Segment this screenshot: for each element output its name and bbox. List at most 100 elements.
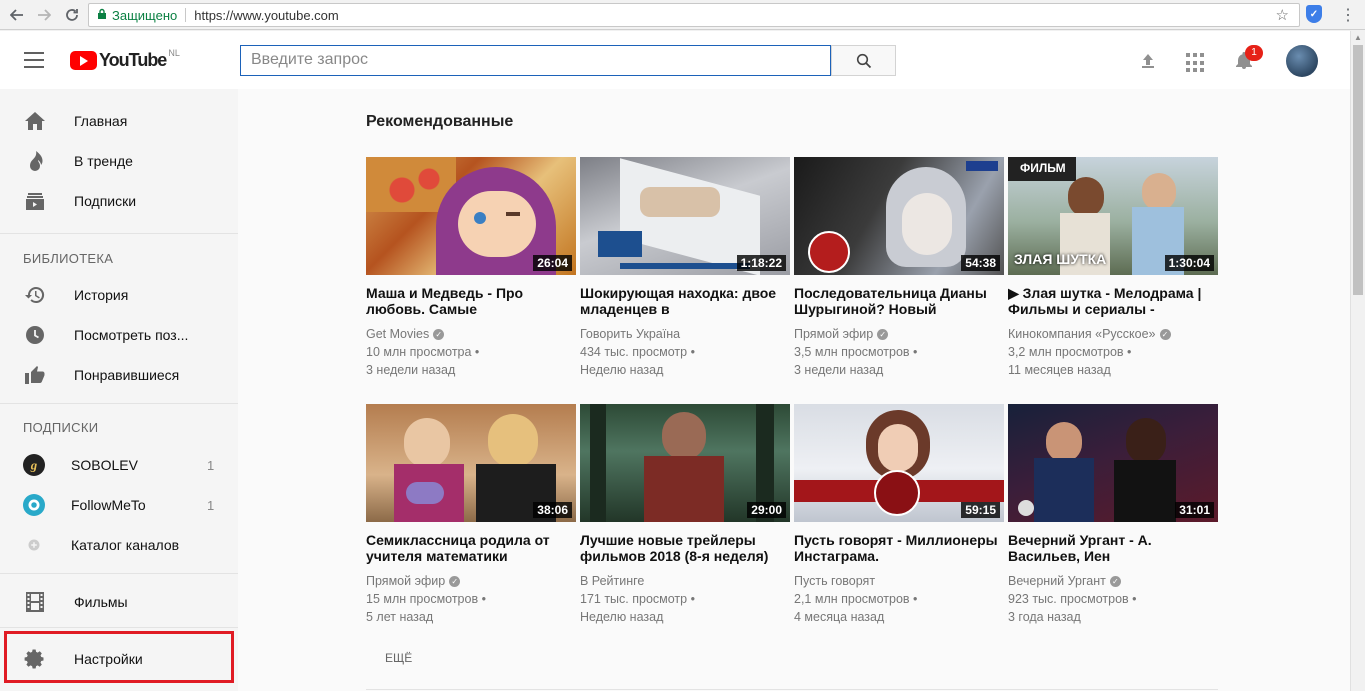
youtube-header: YouTube NL Введите запрос 1 [0, 31, 1350, 89]
channel-line: Get Movies ✓ [366, 325, 576, 343]
sidebar-item-trending[interactable]: В тренде [0, 141, 238, 181]
sidebar-item-channel-followmeto[interactable]: FollowMeTo 1 [0, 485, 238, 525]
extension-shield-icon[interactable]: ✓ [1306, 5, 1322, 23]
channel-name[interactable]: Прямой эфир [366, 574, 445, 588]
channel-name[interactable]: Вечерний Ургант [1008, 574, 1106, 588]
channel-line: В Рейтинге [580, 572, 790, 590]
sidebar-item-label: SOBOLEV [71, 457, 138, 473]
sidebar-item-history[interactable]: История [0, 275, 238, 315]
play-logo-icon [70, 51, 97, 70]
video-card[interactable]: 31:01 Вечерний Ургант - А. Васильев, Иен… [1008, 404, 1218, 626]
video-card[interactable]: 29:00 Лучшие новые трейлеры фильмов 2018… [580, 404, 790, 626]
search-icon [856, 53, 871, 68]
back-button[interactable] [4, 2, 30, 28]
video-title[interactable]: Пусть говорят - Миллионеры Инстаграма. [794, 532, 1004, 564]
channel-line: Прямой эфир ✓ [794, 325, 1004, 343]
sidebar-item-channel-catalog[interactable]: Каталог каналов [0, 525, 238, 565]
video-duration: 1:30:04 [1164, 255, 1214, 271]
sidebar-item-liked[interactable]: Понравившиеся [0, 355, 238, 395]
verified-icon: ✓ [877, 329, 889, 341]
search-button[interactable] [831, 45, 896, 76]
channel-line: Вечерний Ургант ✓ [1008, 572, 1218, 590]
video-thumbnail[interactable]: 54:38 [794, 157, 1004, 275]
video-thumbnail[interactable]: 59:15 [794, 404, 1004, 522]
channel-line: Пусть говорят [794, 572, 1004, 590]
new-videos-count: 1 [207, 497, 215, 513]
video-thumbnail[interactable]: 38:06 [366, 404, 576, 522]
channel-name[interactable]: Get Movies [366, 327, 429, 341]
subscriptions-header: ПОДПИСКИ [23, 420, 99, 435]
scrollbar-thumb[interactable] [1353, 45, 1363, 295]
views-count: 923 тыс. просмотров • [1008, 592, 1137, 606]
section-divider [366, 689, 1218, 690]
sidebar-item-label: Фильмы [74, 594, 128, 610]
youtube-logo[interactable]: YouTube NL [70, 47, 180, 71]
url-text[interactable]: https://www.youtube.com [194, 8, 339, 23]
thumbs-up-icon [24, 364, 46, 386]
sidebar-divider [0, 403, 238, 404]
video-thumbnail[interactable]: 29:00 [580, 404, 790, 522]
views-count: 10 млн просмотра • [366, 345, 480, 359]
sidebar-item-home[interactable]: Главная [0, 101, 238, 141]
scroll-up-icon[interactable]: ▲ [1354, 33, 1362, 42]
sidebar-divider [0, 233, 238, 234]
upload-age: Неделю назад [580, 363, 664, 377]
menu-icon[interactable] [24, 52, 44, 68]
upload-icon[interactable] [1138, 51, 1158, 71]
show-more-button[interactable]: ЕЩЁ [385, 651, 412, 665]
sidebar-item-watch-later[interactable]: Посмотреть поз... [0, 315, 238, 355]
thumbnail-label-bottom: ЗЛАЯ ШУТКА [1014, 251, 1107, 267]
video-card[interactable]: 1:18:22 Шокирующая находка: двое младенц… [580, 157, 790, 379]
sidebar-item-label: Посмотреть поз... [74, 327, 189, 343]
video-title[interactable]: Последовательница Дианы Шурыгиной? Новый [794, 285, 1004, 317]
video-card[interactable]: 59:15 Пусть говорят - Миллионеры Инстагр… [794, 404, 1004, 626]
channel-name[interactable]: В Рейтинге [580, 574, 644, 588]
logo-text: YouTube [99, 50, 167, 70]
channel-name[interactable]: Говорить Україна [580, 327, 680, 341]
sidebar-item-channel-sobolev[interactable]: g SOBOLEV 1 [0, 445, 238, 485]
views-count: 3,5 млн просмотров • [794, 345, 918, 359]
forward-button[interactable] [31, 2, 57, 28]
channel-name[interactable]: Прямой эфир [794, 327, 873, 341]
reload-button[interactable] [59, 2, 85, 28]
video-thumbnail[interactable]: ФИЛЬМ ЗЛАЯ ШУТКА 1:30:04 [1008, 157, 1218, 275]
video-title[interactable]: Лучшие новые трейлеры фильмов 2018 (8-я … [580, 532, 790, 564]
verified-icon: ✓ [1109, 576, 1121, 588]
search-input[interactable]: Введите запрос [240, 45, 831, 76]
video-card[interactable]: 38:06 Семиклассница родила от учителя ма… [366, 404, 576, 626]
channel-avatar-followmeto [23, 494, 45, 516]
video-thumbnail[interactable]: 26:04 [366, 157, 576, 275]
apps-grid-icon[interactable] [1186, 53, 1206, 73]
video-thumbnail[interactable]: 31:01 [1008, 404, 1218, 522]
section-title: Рекомендованные [366, 113, 514, 130]
video-title[interactable]: Вечерний Ургант - А. Васильев, Иен [1008, 532, 1218, 564]
reload-icon [66, 9, 78, 21]
plus-circle-icon [23, 534, 45, 556]
video-card[interactable]: 54:38 Последовательница Дианы Шурыгиной?… [794, 157, 1004, 379]
sidebar-item-movies[interactable]: Фильмы [0, 582, 238, 622]
video-title[interactable]: ▶ Злая шутка - Мелодрама | Фильмы и сери… [1008, 285, 1218, 317]
video-title[interactable]: Шокирующая находка: двое младенцев в [580, 285, 790, 317]
sidebar-item-label: Каталог каналов [71, 537, 180, 553]
video-title[interactable]: Маша и Медведь - Про любовь. Самые [366, 285, 576, 317]
video-title[interactable]: Семиклассница родила от учителя математи… [366, 532, 576, 564]
address-bar[interactable]: Защищено https://www.youtube.com ☆ [88, 3, 1300, 27]
page-scrollbar[interactable]: ▲ [1350, 31, 1365, 691]
thumbnail-label-top: ФИЛЬМ [1020, 161, 1066, 175]
views-count: 2,1 млн просмотров • [794, 592, 918, 606]
region-label: NL [168, 47, 180, 58]
film-icon [24, 591, 46, 613]
sidebar-item-subscriptions[interactable]: Подписки [0, 181, 238, 221]
highlight-frame [4, 631, 234, 683]
avatar[interactable] [1286, 45, 1318, 77]
channel-name[interactable]: Кинокомпания «Русское» [1008, 327, 1156, 341]
bookmark-star-icon[interactable]: ☆ [1276, 6, 1289, 24]
video-card[interactable]: ФИЛЬМ ЗЛАЯ ШУТКА 1:30:04 ▶ Злая шутка - … [1008, 157, 1218, 379]
channel-name[interactable]: Пусть говорят [794, 574, 875, 588]
browser-menu-icon[interactable]: ⋮ [1340, 5, 1356, 25]
main-content: Рекомендованные 26:04 Маша и Медведь - П… [238, 89, 1350, 691]
video-card[interactable]: 26:04 Маша и Медведь - Про любовь. Самые… [366, 157, 576, 379]
svg-text:g: g [30, 459, 38, 473]
video-thumbnail[interactable]: 1:18:22 [580, 157, 790, 275]
upload-age: Неделю назад [580, 610, 664, 624]
